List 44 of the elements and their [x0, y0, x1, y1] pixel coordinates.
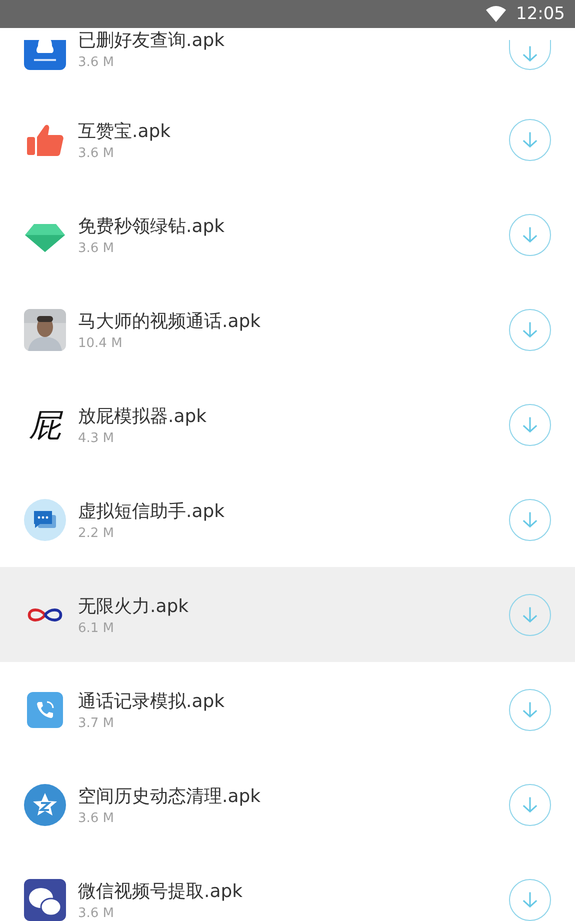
- file-size: 6.1 M: [78, 620, 116, 636]
- file-name: 放屁模拟器.apk: [78, 404, 208, 428]
- file-name: 无限火力.apk: [78, 594, 190, 618]
- file-name: 已删好友查询.apk: [78, 29, 226, 52]
- file-name: 通话记录模拟.apk: [78, 690, 226, 712]
- file-name: 马大师的视频通话.apk: [78, 310, 262, 332]
- download-button[interactable]: [509, 594, 551, 636]
- file-size: 3.6 M: [78, 55, 116, 70]
- file-size: 10.4 M: [78, 336, 124, 350]
- infinity-icon: [27, 606, 63, 624]
- file-size: 3.7 M: [78, 716, 116, 730]
- download-button[interactable]: [509, 40, 551, 70]
- file-row[interactable]: 微信视频号提取.apk 3.6 M: [0, 852, 575, 921]
- download-button[interactable]: [509, 308, 551, 350]
- chat-icon: [24, 498, 66, 540]
- file-row[interactable]: 无限火力.apk 6.1 M: [0, 567, 575, 662]
- file-size: 3.6 M: [78, 240, 116, 256]
- file-row[interactable]: 互赞宝.apk 3.6 M: [0, 92, 575, 187]
- file-size: 3.6 M: [78, 810, 116, 826]
- calligraphy-icon: 屁: [29, 408, 61, 440]
- download-button[interactable]: [509, 118, 551, 160]
- file-name: 微信视频号提取.apk: [78, 880, 244, 902]
- file-size: 4.3 M: [78, 430, 116, 446]
- file-row[interactable]: 虚拟短信助手.apk 2.2 M: [0, 472, 575, 567]
- file-row[interactable]: 已删好友查询.apk 3.6 M: [0, 28, 575, 92]
- clock: 12:05: [516, 4, 565, 24]
- file-name: 免费秒领绿钻.apk: [78, 214, 226, 238]
- download-button[interactable]: [509, 214, 551, 256]
- wifi-icon: [486, 6, 506, 22]
- file-name: 互赞宝.apk: [78, 120, 172, 142]
- download-button[interactable]: [509, 688, 551, 730]
- file-row[interactable]: 通话记录模拟.apk 3.7 M: [0, 662, 575, 757]
- download-button[interactable]: [509, 784, 551, 826]
- file-size: 2.2 M: [78, 526, 116, 540]
- file-row[interactable]: 马大师的视频通话.apk 10.4 M: [0, 282, 575, 377]
- download-button[interactable]: [509, 498, 551, 540]
- file-name: 空间历史动态清理.apk: [78, 784, 262, 808]
- file-name: 虚拟短信助手.apk: [78, 500, 226, 522]
- file-size: 3.6 M: [78, 146, 116, 160]
- file-size: 3.6 M: [78, 906, 116, 920]
- download-button[interactable]: [509, 878, 551, 920]
- download-button[interactable]: [509, 404, 551, 446]
- file-row[interactable]: 空间历史动态清理.apk 3.6 M: [0, 757, 575, 852]
- file-row[interactable]: 免费秒领绿钻.apk 3.6 M: [0, 187, 575, 282]
